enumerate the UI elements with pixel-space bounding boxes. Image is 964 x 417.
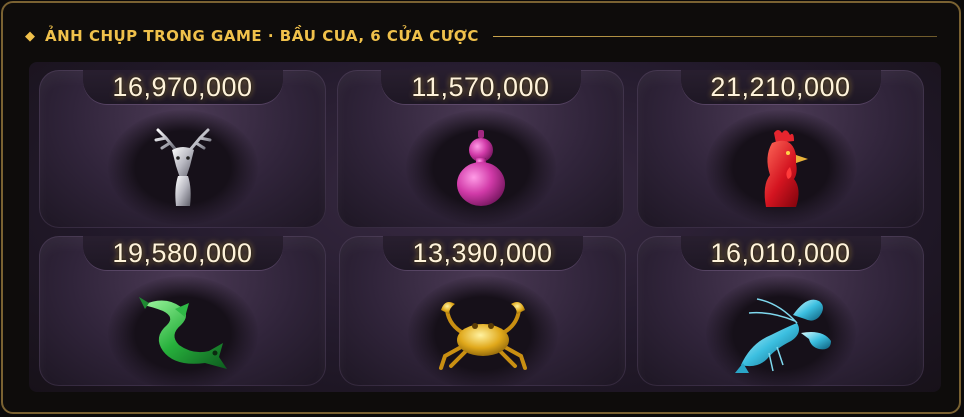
bet-amount: 16,970,000 xyxy=(112,72,253,102)
bet-cell-gourd[interactable]: 11,570,000 xyxy=(337,70,624,228)
symbol-well xyxy=(705,276,856,386)
bet-amount: 11,570,000 xyxy=(411,72,550,102)
caption-title: ẢNH CHỤP TRONG GAME · BẦU CUA, 6 CỬA CƯỢ… xyxy=(45,27,479,45)
header-divider xyxy=(492,35,937,37)
gourd-icon xyxy=(456,129,505,206)
bet-cell-deer[interactable]: 16,970,000 xyxy=(39,70,326,228)
deer-icon xyxy=(154,128,211,206)
caption-header: ◆ ẢNH CHỤP TRONG GAME · BẦU CUA, 6 CỬA C… xyxy=(25,23,937,49)
bet-amount: 13,390,000 xyxy=(412,238,553,268)
bet-cell-crab[interactable]: 13,390,000 xyxy=(339,236,626,386)
fish-icon xyxy=(138,296,227,369)
screenshot-frame: ◆ ẢNH CHỤP TRONG GAME · BẦU CUA, 6 CỬA C… xyxy=(1,1,961,414)
symbol-well xyxy=(107,110,258,225)
symbol-well xyxy=(107,276,258,386)
bet-amount: 21,210,000 xyxy=(710,72,851,102)
symbol-well xyxy=(405,110,556,225)
shrimp-icon xyxy=(734,297,831,373)
bet-amount: 19,580,000 xyxy=(112,238,253,268)
bet-amount: 16,010,000 xyxy=(710,238,851,268)
diamond-icon: ◆ xyxy=(25,28,35,44)
symbol-well xyxy=(407,276,558,386)
betting-board: 16,970,000 11,570,000 21,210,000 19,580,… xyxy=(29,62,941,392)
rooster-icon xyxy=(764,129,808,207)
crab-icon xyxy=(438,301,527,370)
bet-cell-shrimp[interactable]: 16,010,000 xyxy=(637,236,924,386)
bet-cell-fish[interactable]: 19,580,000 xyxy=(39,236,326,386)
symbol-well xyxy=(705,110,856,225)
bet-cell-rooster[interactable]: 21,210,000 xyxy=(637,70,924,228)
